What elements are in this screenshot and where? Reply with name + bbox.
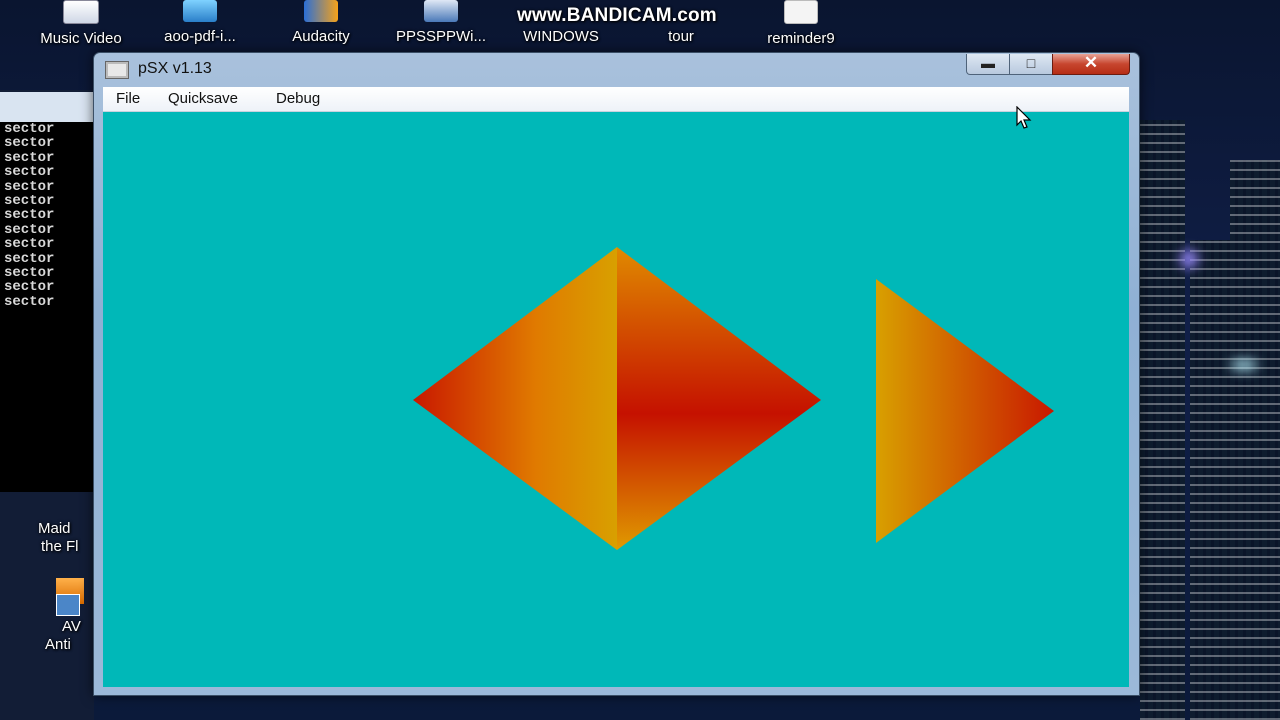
recording-watermark: www.BANDICAM.com <box>517 5 717 26</box>
window-titlebar[interactable]: pSX v1.13 ▬ □ ✕ <box>94 53 1139 87</box>
desktop-icon-label[interactable]: Maid <box>38 520 71 537</box>
minimize-icon: ▬ <box>981 55 995 71</box>
desktop-icon-aoo-pdf[interactable]: aoo-pdf-i... <box>140 0 260 45</box>
psx-window[interactable]: pSX v1.13 ▬ □ ✕ File Quicksave Debug <box>93 52 1140 696</box>
diamond-left-half <box>413 247 617 550</box>
console-line: sector <box>4 121 55 137</box>
close-button[interactable]: ✕ <box>1052 54 1130 75</box>
menu-debug[interactable]: Debug <box>276 90 320 107</box>
menu-quicksave[interactable]: Quicksave <box>168 90 238 107</box>
console-line: sector <box>4 221 55 238</box>
console-titlebar[interactable] <box>0 92 94 122</box>
console-line: sector <box>4 279 55 296</box>
maximize-button[interactable]: □ <box>1009 54 1053 75</box>
app-icon <box>105 61 129 79</box>
window-title: pSX v1.13 <box>138 60 212 77</box>
console-line: sector <box>4 193 55 210</box>
menu-bar: File Quicksave Debug <box>103 87 1129 112</box>
console-line: sector <box>4 236 55 253</box>
console-line: sector <box>4 178 55 195</box>
shortcut-icon <box>424 0 458 22</box>
desktop-icon-audacity[interactable]: Audacity <box>261 0 381 45</box>
game-viewport[interactable] <box>103 112 1129 687</box>
rendered-scene <box>413 247 1054 550</box>
console-line: sector <box>4 250 55 267</box>
menu-file[interactable]: File <box>116 90 140 107</box>
desktop-wallpaper-city <box>1130 60 1280 720</box>
console-line: sector <box>4 164 55 181</box>
desktop-icon-ppsspp[interactable]: PPSSPPWi... <box>381 0 501 45</box>
close-icon: ✕ <box>1083 53 1099 72</box>
console-line: sector <box>4 135 55 152</box>
audacity-icon <box>304 0 338 22</box>
desktop-icon-label[interactable]: the Fl <box>41 538 79 555</box>
console-line: sector <box>4 149 55 166</box>
document-icon <box>784 0 818 24</box>
desktop-icon-reminder9[interactable]: reminder9 <box>741 0 861 47</box>
mouse-cursor-icon <box>1016 106 1032 129</box>
desktop-icon-label[interactable]: AV <box>62 618 81 635</box>
desktop-icon-label[interactable]: Anti <box>45 636 71 653</box>
diamond-right-half <box>617 247 821 550</box>
shortcut-icon[interactable] <box>56 594 80 616</box>
maximize-icon: □ <box>1026 55 1036 71</box>
console-line: sector <box>4 265 55 282</box>
desktop-left-icons: Maid the Fl AV Anti <box>0 496 94 720</box>
wav-file-icon <box>63 0 99 24</box>
console-line: sector <box>4 293 55 310</box>
minimize-button[interactable]: ▬ <box>966 54 1010 75</box>
installer-icon <box>183 0 217 22</box>
console-line: sector <box>4 207 55 224</box>
triangle-shape <box>876 279 1054 543</box>
desktop-icon-music-video[interactable]: Music Video <box>21 0 141 47</box>
console-window[interactable]: sector sector sector sector sector secto… <box>0 122 94 492</box>
